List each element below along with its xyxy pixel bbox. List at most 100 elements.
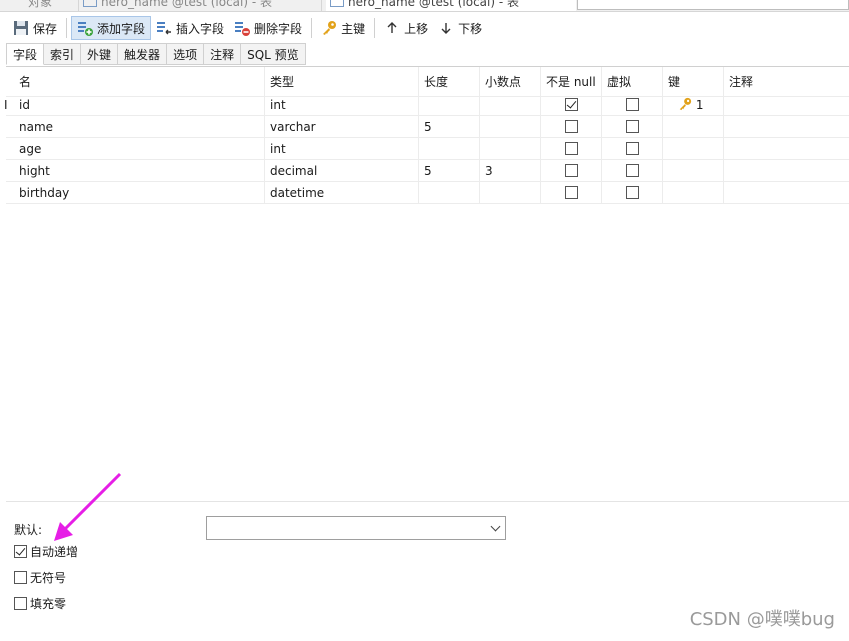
not-null-checkbox[interactable] <box>565 142 578 155</box>
virtual-cell <box>602 138 663 160</box>
column-header-comment[interactable]: 注释 <box>724 67 849 97</box>
field-decimals-cell[interactable]: 3 <box>480 160 541 182</box>
add-field-icon <box>77 20 94 36</box>
column-header-name[interactable]: 名 <box>14 67 265 97</box>
not-null-checkbox[interactable] <box>565 164 578 177</box>
field-type-cell[interactable]: varchar <box>265 116 419 138</box>
column-header-virtual[interactable]: 虚拟 <box>602 67 663 97</box>
move-up-button[interactable]: 上移 <box>379 16 433 40</box>
field-name-cell[interactable]: name <box>14 116 265 138</box>
move-down-label: 下移 <box>458 21 483 36</box>
doc-tab-objects[interactable]: 对象 <box>28 0 74 11</box>
key-cell[interactable] <box>663 116 724 138</box>
table-row[interactable]: I id int 1 <box>4 94 849 116</box>
table-row[interactable]: hight decimal 5 3 <box>6 160 849 182</box>
primary-key-icon <box>678 96 692 116</box>
doc-tab-table-1[interactable]: hero_name @test (local) - 表 <box>78 0 322 11</box>
field-length-cell[interactable]: 5 <box>419 116 480 138</box>
field-decimals-cell[interactable] <box>480 182 541 204</box>
field-comment-cell[interactable] <box>724 94 849 116</box>
field-type-cell[interactable]: int <box>265 94 419 116</box>
field-length-cell[interactable] <box>419 94 480 116</box>
tab-indexes[interactable]: 索引 <box>44 43 82 65</box>
field-comment-cell[interactable] <box>724 138 849 160</box>
grid-header: 名 类型 长度 小数点 不是 null 虚拟 键 注释 <box>6 67 849 97</box>
key-cell[interactable]: 1 <box>663 94 724 116</box>
virtual-checkbox[interactable] <box>626 186 639 199</box>
primary-key-button[interactable]: 主键 <box>316 16 370 40</box>
field-name-cell[interactable]: hight <box>14 160 265 182</box>
key-cell[interactable] <box>663 182 724 204</box>
column-header-not-null[interactable]: 不是 null <box>541 67 602 97</box>
auto-increment-checkbox[interactable] <box>14 545 27 558</box>
table-row[interactable]: birthday datetime <box>6 182 849 204</box>
table-row[interactable]: name varchar 5 <box>6 116 849 138</box>
field-decimals-cell[interactable] <box>480 116 541 138</box>
field-comment-cell[interactable] <box>724 182 849 204</box>
unsigned-checkbox[interactable] <box>14 571 27 584</box>
key-icon <box>321 20 337 36</box>
not-null-checkbox[interactable] <box>565 186 578 199</box>
zerofill-option[interactable]: 填充零 <box>14 595 66 612</box>
column-header-type[interactable]: 类型 <box>265 67 419 97</box>
virtual-checkbox[interactable] <box>626 164 639 177</box>
doc-tab-table-2[interactable]: hero_name @test (local) - 表 <box>326 0 576 11</box>
tab-options[interactable]: 选项 <box>167 43 205 65</box>
field-comment-cell[interactable] <box>724 116 849 138</box>
field-length-cell[interactable] <box>419 138 480 160</box>
field-comment-cell[interactable] <box>724 160 849 182</box>
table-design-icon <box>330 0 344 7</box>
document-tab-strip: 对象 hero_name @test (local) - 表 hero_name… <box>0 0 849 12</box>
field-type-cell[interactable]: decimal <box>265 160 419 182</box>
column-header-key[interactable]: 键 <box>663 67 724 97</box>
field-type-cell[interactable]: datetime <box>265 182 419 204</box>
unsigned-option[interactable]: 无符号 <box>14 569 66 586</box>
zerofill-checkbox[interactable] <box>14 597 27 610</box>
chevron-down-icon <box>490 521 501 532</box>
field-name-cell[interactable]: birthday <box>14 182 265 204</box>
virtual-cell <box>602 160 663 182</box>
tab-fields[interactable]: 字段 <box>6 43 45 65</box>
delete-field-button[interactable]: 删除字段 <box>229 16 307 40</box>
key-cell[interactable] <box>663 138 724 160</box>
table-icon <box>83 0 97 7</box>
doc-tab-table-2-label: hero_name @test (local) - 表 <box>348 0 519 9</box>
not-null-checkbox[interactable] <box>565 120 578 133</box>
key-cell[interactable] <box>663 160 724 182</box>
auto-increment-option[interactable]: 自动递增 <box>14 543 78 560</box>
default-value-select[interactable] <box>206 516 506 540</box>
insert-field-icon <box>156 20 172 36</box>
insert-field-label: 插入字段 <box>176 21 225 36</box>
move-down-button[interactable]: 下移 <box>433 16 487 40</box>
arrow-down-icon <box>438 20 454 36</box>
table-row[interactable]: age int <box>6 138 849 160</box>
toolbar-separator <box>374 18 376 38</box>
add-field-button[interactable]: 添加字段 <box>71 16 152 40</box>
tab-sql-preview[interactable]: SQL 预览 <box>241 43 306 65</box>
save-button[interactable]: 保存 <box>8 16 62 40</box>
field-length-cell[interactable]: 5 <box>419 160 480 182</box>
move-up-label: 上移 <box>404 21 429 36</box>
field-length-cell[interactable] <box>419 182 480 204</box>
virtual-checkbox[interactable] <box>626 120 639 133</box>
not-null-cell <box>541 138 602 160</box>
field-name-cell[interactable]: age <box>14 138 265 160</box>
virtual-checkbox[interactable] <box>626 98 639 111</box>
field-type-cell[interactable]: int <box>265 138 419 160</box>
field-decimals-cell[interactable] <box>480 138 541 160</box>
field-decimals-cell[interactable] <box>480 94 541 116</box>
column-header-decimals[interactable]: 小数点 <box>480 67 541 97</box>
tab-triggers[interactable]: 触发器 <box>118 43 168 65</box>
search-input[interactable] <box>577 0 849 10</box>
unsigned-label: 无符号 <box>30 571 67 585</box>
tab-foreign-keys[interactable]: 外键 <box>81 43 119 65</box>
toolbar-separator <box>311 18 313 38</box>
column-header-length[interactable]: 长度 <box>419 67 480 97</box>
not-null-checkbox[interactable] <box>565 98 578 111</box>
not-null-cell <box>541 182 602 204</box>
virtual-cell <box>602 94 663 116</box>
field-name-cell[interactable]: id <box>14 94 265 116</box>
tab-comment[interactable]: 注释 <box>204 43 242 65</box>
insert-field-button[interactable]: 插入字段 <box>151 16 229 40</box>
virtual-checkbox[interactable] <box>626 142 639 155</box>
